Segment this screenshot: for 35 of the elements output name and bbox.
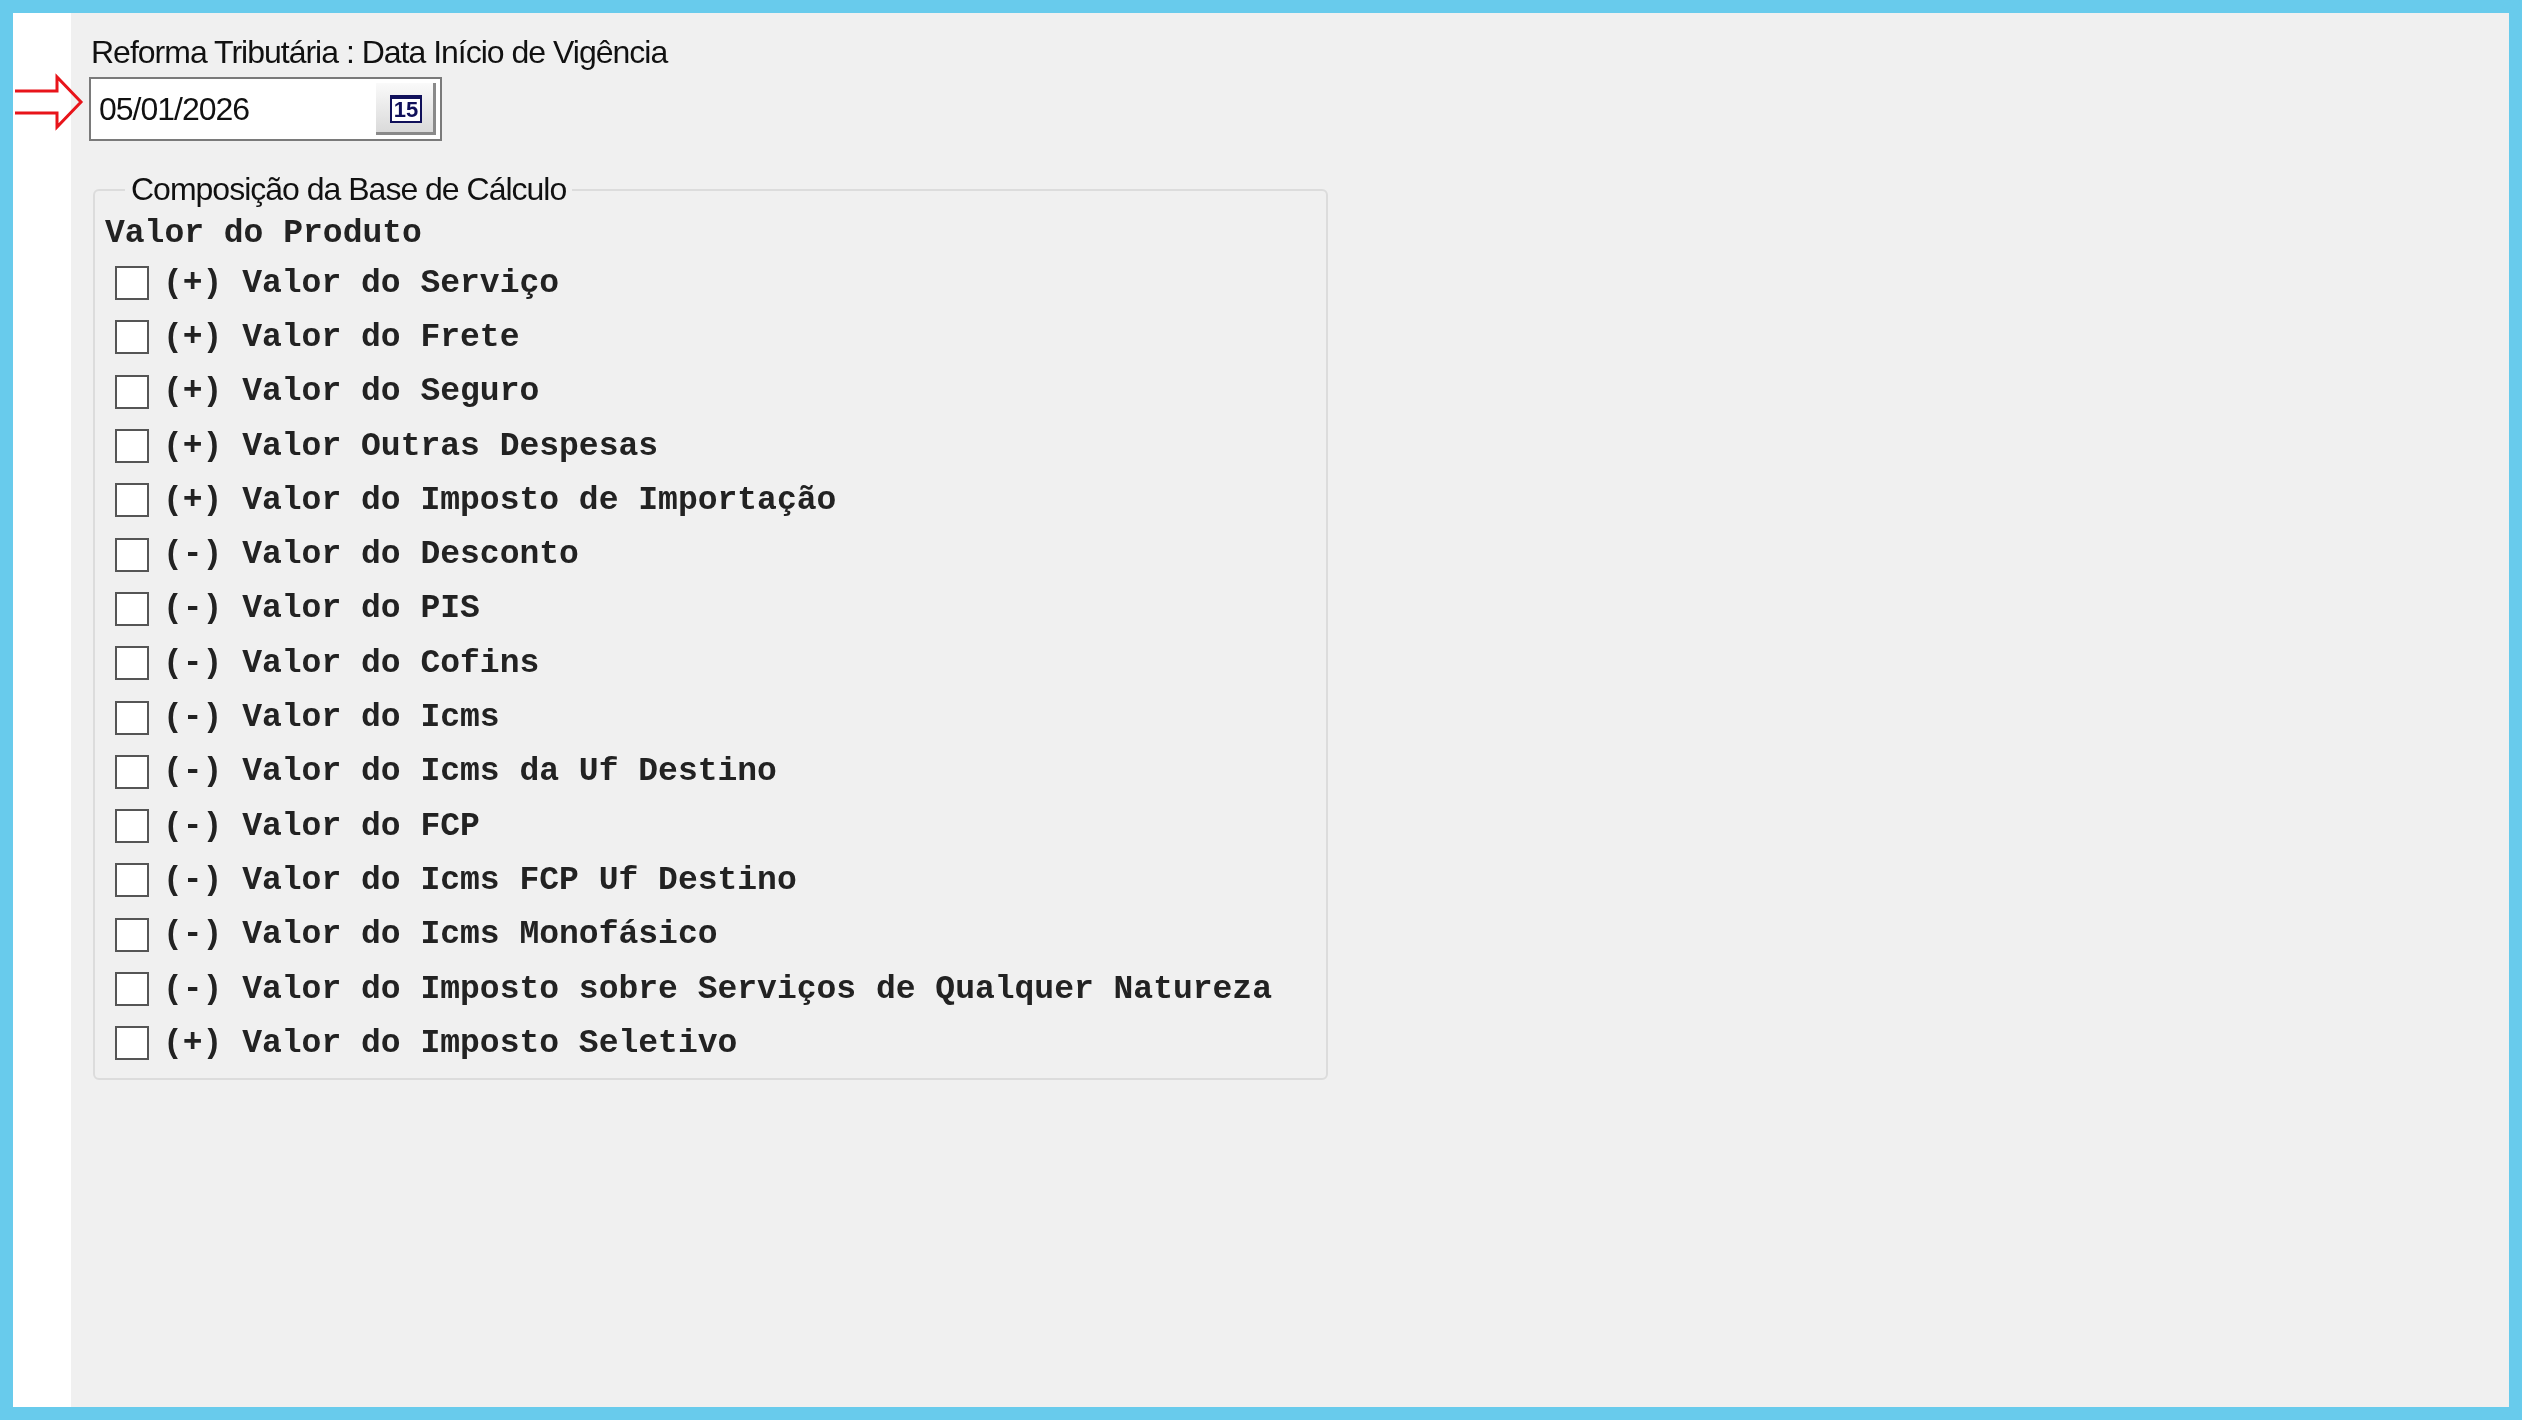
checkbox-label: (-) Valor do Icms xyxy=(163,699,500,736)
date-field[interactable]: 05/01/2026 15 xyxy=(89,77,442,141)
calendar-button[interactable]: 15 xyxy=(376,83,436,135)
checkbox-label: (-) Valor do Imposto sobre Serviços de Qualquer Natureza xyxy=(163,970,1272,1008)
checkbox-label: (-) Valor do Icms da Uf Destino xyxy=(163,753,777,791)
checkbox-label: (+) Valor do Imposto Seletivo xyxy=(163,1024,738,1062)
field-label: Reforma Tributária : Data Início de Vigência xyxy=(91,33,669,71)
checkbox-label: (+) Valor do Frete xyxy=(163,318,520,356)
checkbox-label: (-) Valor do Icms FCP Uf Destino xyxy=(163,861,797,899)
checkbox[interactable] xyxy=(115,972,149,1006)
checkbox-label: (+) Valor do Serviço xyxy=(163,264,560,302)
checkbox[interactable] xyxy=(115,917,149,952)
checkbox[interactable] xyxy=(115,266,149,301)
group-title: Composição da Base de Cálculo xyxy=(130,171,568,208)
checkbox[interactable] xyxy=(115,646,149,681)
checkbox[interactable] xyxy=(115,429,149,464)
checkbox-label: (+) Valor do Imposto de Importação xyxy=(163,481,837,519)
checkbox-label: (+) Valor Outras Despesas xyxy=(163,427,659,465)
checkbox[interactable] xyxy=(115,754,149,789)
checkbox-label: (-) Valor do Desconto xyxy=(163,536,579,574)
checkbox-label: (-) Valor do PIS xyxy=(163,590,480,628)
checkbox[interactable] xyxy=(115,320,149,355)
checkbox-label: (-) Valor do FCP xyxy=(163,807,480,845)
checkbox[interactable] xyxy=(115,809,149,844)
checkbox[interactable] xyxy=(115,537,149,572)
checkbox[interactable] xyxy=(115,591,149,626)
checkbox[interactable] xyxy=(115,483,149,518)
base-label: Valor do Produto xyxy=(105,214,423,254)
checkbox[interactable] xyxy=(115,863,149,898)
checkbox-label: (-) Valor do Icms Monofásico xyxy=(163,916,718,954)
checkbox-label: (+) Valor do Seguro xyxy=(163,373,540,411)
checkbox[interactable] xyxy=(115,1026,149,1061)
checkbox[interactable] xyxy=(115,374,149,409)
checkbox[interactable] xyxy=(115,700,149,735)
checkbox-label: (-) Valor do Cofins xyxy=(163,644,540,682)
